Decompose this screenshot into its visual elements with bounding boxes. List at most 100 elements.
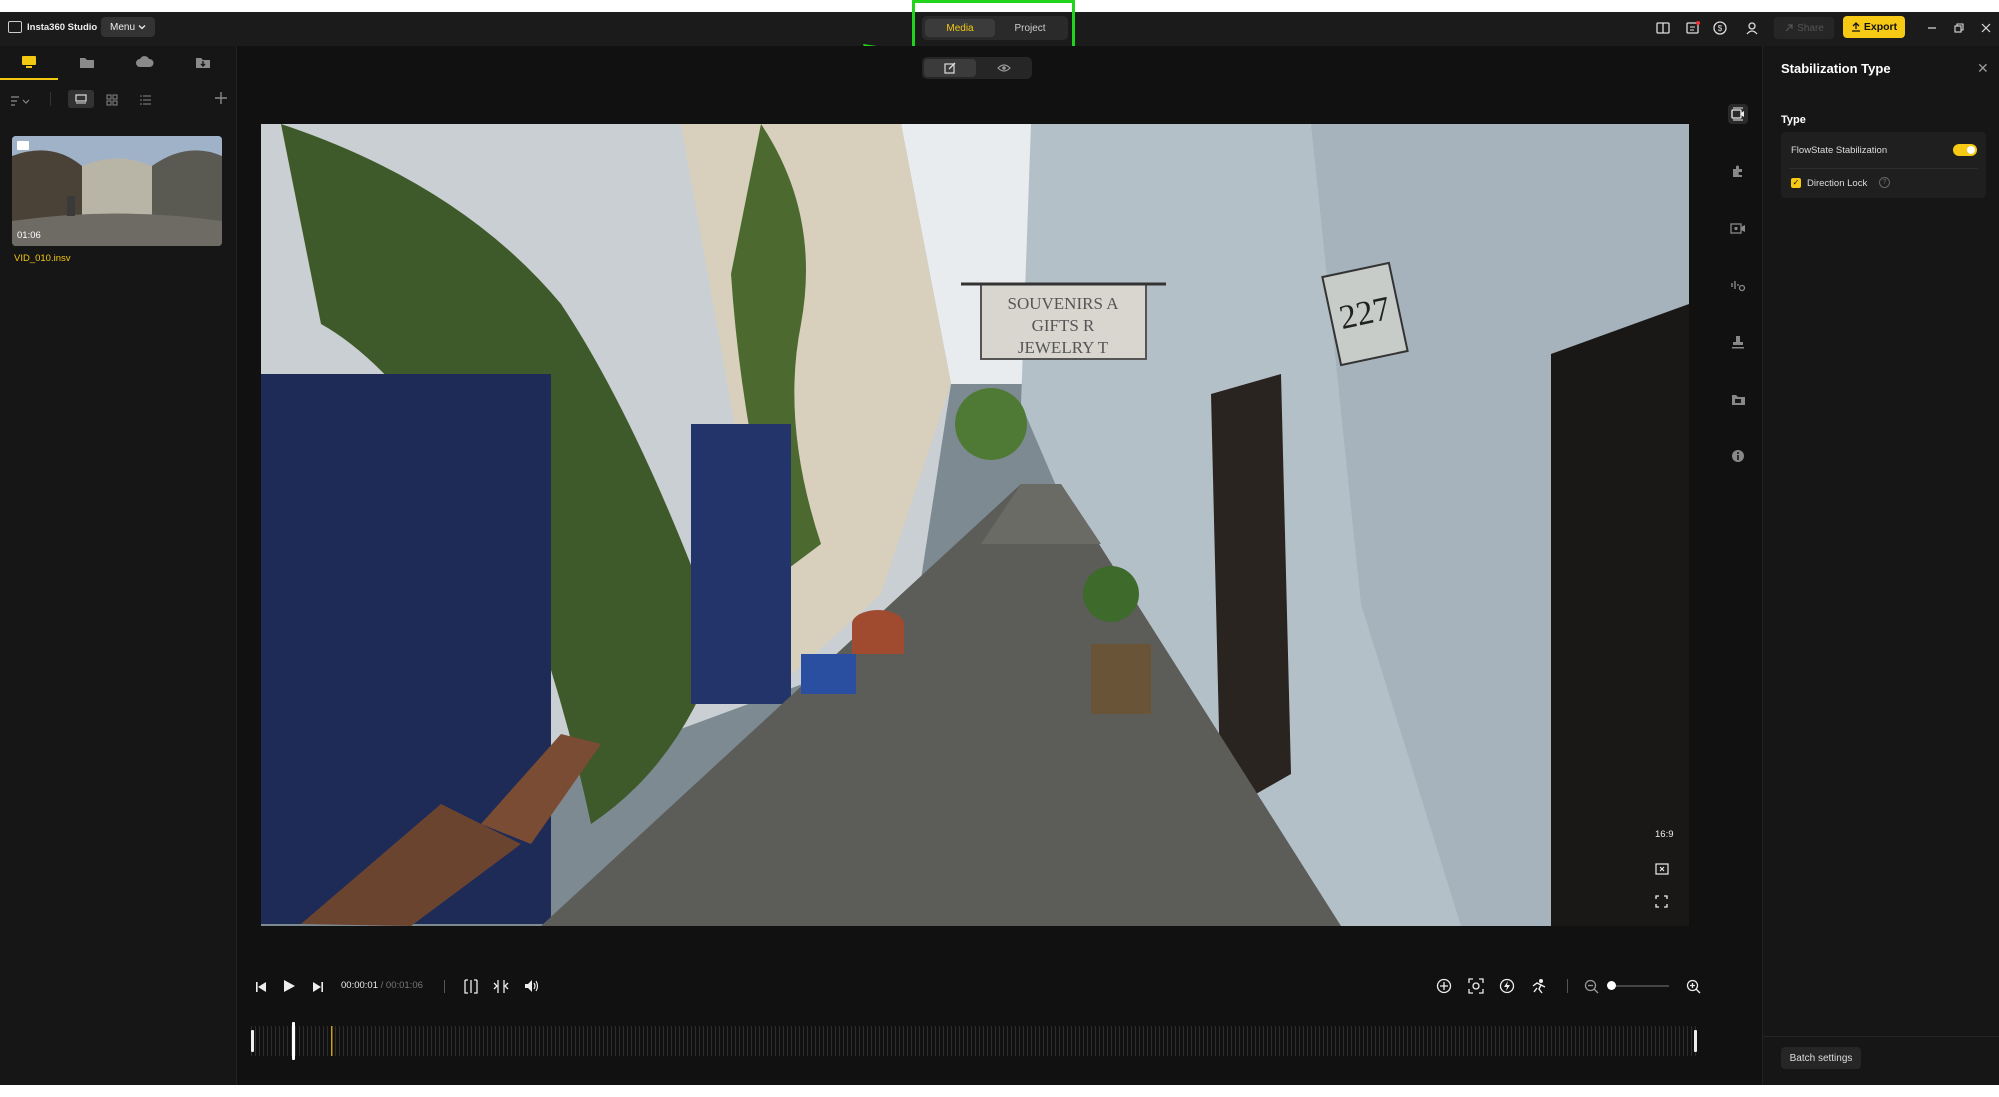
total-time: 00:01:06: [385, 980, 423, 991]
sort-icon[interactable]: [10, 94, 32, 112]
chevron-down-icon: [138, 25, 146, 30]
timeline-track: [251, 1022, 1697, 1060]
divider: [1567, 979, 1568, 993]
direction-lock-checkbox[interactable]: ✓: [1791, 178, 1801, 188]
tab-local-media[interactable]: [0, 46, 58, 80]
app-name: Insta360 Studio: [27, 22, 98, 33]
view-toggle: [922, 57, 1032, 79]
batch-settings-button[interactable]: Batch settings: [1781, 1047, 1861, 1069]
clip-folder-icon[interactable]: [1728, 389, 1748, 409]
share-button[interactable]: Share: [1774, 17, 1834, 39]
feedback-icon[interactable]: [1682, 17, 1704, 39]
thumbnail-image: [12, 136, 222, 246]
flowstate-label: FlowState Stabilization: [1791, 145, 1888, 156]
library-tabs: [0, 46, 236, 80]
panel-title: Stabilization Type: [1781, 61, 1891, 76]
video-badge-icon: [17, 141, 29, 150]
crop-icon[interactable]: [1655, 862, 1669, 880]
svg-text:$: $: [1718, 24, 1723, 33]
playback-controls: 00:00:01 / 00:01:06: [237, 972, 1761, 1002]
export-label: Export: [1863, 21, 1898, 33]
app-window: Insta360 Studio Menu Media Project $ Sha…: [0, 0, 1999, 1085]
large-thumbnail-view-icon[interactable]: [68, 90, 94, 108]
add-icon[interactable]: [214, 91, 228, 110]
volume-icon[interactable]: [524, 979, 540, 998]
playhead[interactable]: [292, 1022, 295, 1060]
eye-icon: [997, 64, 1011, 72]
library-toolbar: [0, 90, 236, 114]
video-preview[interactable]: SOUVENIRS A GIFTS R JEWELRY T 227 16:9: [261, 124, 1689, 926]
credits-icon[interactable]: $: [1709, 17, 1731, 39]
current-time: 00:00:01: [341, 980, 378, 991]
highlight-box: [912, 0, 1075, 51]
audio-settings-icon[interactable]: [1728, 275, 1748, 295]
tab-cloud[interactable]: [116, 46, 174, 78]
sign-line-1: SOUVENIRS A: [1008, 294, 1120, 313]
divider: [1763, 1036, 1999, 1037]
edit-icon: [944, 62, 956, 74]
export-button[interactable]: Export: [1843, 16, 1905, 38]
folder-icon: [80, 58, 94, 68]
skip-back-icon[interactable]: [255, 980, 267, 998]
trim-icon[interactable]: [493, 979, 509, 999]
tab-folder[interactable]: [58, 46, 116, 78]
divider: [444, 980, 445, 993]
share-label: Share: [1797, 22, 1824, 34]
monitor-icon: [22, 56, 36, 68]
media-thumbnail[interactable]: 01:06: [12, 136, 222, 246]
zoom-slider-handle[interactable]: [1607, 981, 1616, 990]
timeline[interactable]: [251, 1022, 1697, 1060]
grid-view-icon[interactable]: [106, 93, 118, 111]
export-icon: [1851, 22, 1860, 32]
media-filename[interactable]: VID_010.insv: [14, 253, 71, 264]
section-label: Type: [1781, 114, 1806, 126]
minimize-icon[interactable]: [1921, 17, 1943, 39]
preview-area: SOUVENIRS A GIFTS R JEWELRY T 227 16:9 0…: [237, 46, 1761, 1085]
cloud-icon: [136, 56, 154, 67]
stabilization-icon[interactable]: [1728, 104, 1748, 124]
media-effects-icon[interactable]: [1728, 218, 1748, 238]
layout-icon[interactable]: [1652, 17, 1674, 39]
media-library-panel: 01:06 VID_010.insv: [0, 46, 237, 1085]
divider: [1789, 168, 1978, 169]
menu-button[interactable]: Menu: [101, 17, 155, 37]
preview-view-button[interactable]: [978, 59, 1030, 77]
stamp-icon[interactable]: [1728, 332, 1748, 352]
help-icon[interactable]: ?: [1879, 177, 1890, 188]
add-keyframe-icon[interactable]: [1436, 978, 1452, 999]
close-icon[interactable]: ✕: [1977, 60, 1989, 77]
play-icon[interactable]: [283, 979, 296, 998]
timecode: 00:00:01 / 00:01:06: [341, 980, 423, 991]
user-icon[interactable]: [1741, 17, 1763, 39]
divider: [50, 92, 51, 106]
close-window-icon[interactable]: [1975, 17, 1997, 39]
edit-view-button[interactable]: [924, 59, 976, 77]
plugin-icon[interactable]: [1728, 161, 1748, 181]
direction-lock-label: Direction Lock: [1807, 178, 1868, 189]
restore-icon[interactable]: [1948, 17, 1970, 39]
time-separator: /: [380, 980, 384, 991]
speed-ramp-icon[interactable]: [1530, 978, 1547, 999]
sign-line-3: JEWELRY T: [1018, 338, 1109, 357]
split-icon[interactable]: [463, 979, 479, 999]
import-folder-icon: [196, 58, 210, 68]
zoom-out-icon[interactable]: [1584, 979, 1599, 999]
stabilization-options: FlowState Stabilization ✓ Direction Lock…: [1781, 132, 1986, 198]
list-view-icon[interactable]: [140, 93, 152, 111]
aspect-ratio-label[interactable]: 16:9: [1655, 829, 1674, 840]
menu-label: Menu: [109, 21, 135, 33]
zoom-slider[interactable]: [1607, 981, 1669, 990]
deep-track-icon[interactable]: [1468, 978, 1484, 999]
app-logo-icon: [8, 21, 22, 33]
thumbnail-duration: 01:06: [17, 230, 41, 241]
flowstate-toggle[interactable]: [1953, 144, 1977, 156]
tool-rail: [1714, 46, 1762, 546]
ai-edit-icon[interactable]: [1499, 978, 1515, 999]
zoom-in-icon[interactable]: [1686, 979, 1701, 999]
tab-import[interactable]: [174, 46, 232, 78]
share-icon: [1785, 24, 1793, 32]
skip-forward-icon[interactable]: [312, 980, 324, 998]
info-icon[interactable]: [1728, 446, 1748, 466]
fullscreen-icon[interactable]: [1655, 895, 1668, 913]
settings-panel: Stabilization Type ✕ Type FlowState Stab…: [1762, 46, 1999, 1085]
